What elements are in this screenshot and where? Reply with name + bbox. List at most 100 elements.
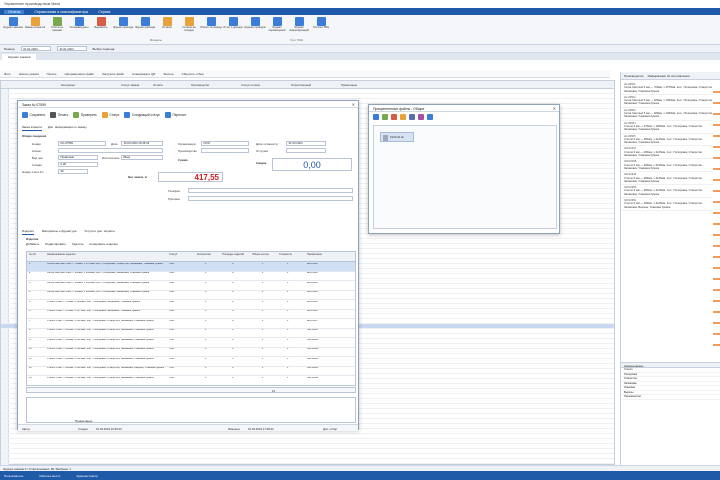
table-row[interactable]: 6 Стекло 6 мм — 470мм. х 1575мм. 1шт., По… <box>27 310 355 319</box>
copy-item-button[interactable]: Копировать изделие <box>89 242 117 248</box>
col-header[interactable]: Общее кол-во <box>252 253 278 257</box>
close-icon[interactable]: ✕ <box>553 106 556 111</box>
edit-item-button[interactable]: Редактировать <box>45 242 66 248</box>
list-item[interactable]: Ш-1/9505 Стекло 6 мм — 480мм. х 2125мм. 1… <box>621 134 716 147</box>
ribbon-button[interactable]: Журнал заказов <box>2 15 24 43</box>
created-field[interactable]: 0,00 <box>58 162 98 167</box>
add-file-icon[interactable] <box>373 114 379 120</box>
image-icon[interactable] <box>427 114 433 120</box>
col-header[interactable]: Статус оплаты <box>241 83 260 87</box>
col-header[interactable]: Производство <box>191 83 209 87</box>
production-select[interactable] <box>201 148 249 153</box>
tab-orders-journal[interactable]: Журнал заказов <box>2 54 37 60</box>
start-mode-button[interactable]: Начать режим <box>19 72 39 76</box>
toolbar-button[interactable]: Статус <box>101 112 119 118</box>
filter-button[interactable]: Фильтр <box>163 72 173 76</box>
ribbon-button[interactable]: Отчет о доходах <box>222 15 244 43</box>
toolbar-button[interactable]: Проверить <box>73 112 97 118</box>
extra-filter-button[interactable]: Доп. отбор <box>323 427 337 431</box>
table-row[interactable]: 10 Стекло 6 мм — 480мм. х 2125мм. 1шт., П… <box>27 348 355 357</box>
number-field[interactable]: КО-07559 <box>58 141 106 146</box>
ribbon-button[interactable]: Остатки ТМЦ <box>310 15 332 43</box>
ribbon-button[interactable]: Установка даты <box>68 15 90 43</box>
date-field[interactable]: 19.03.2024 16:35:43 <box>121 141 163 146</box>
ribbon-button[interactable]: Журнал перемещений <box>266 15 288 43</box>
list-item[interactable]: GR/10951 Стекло 6 мм — 480мм. х 2125мм. 1… <box>621 198 716 211</box>
col-header[interactable]: Примечание <box>341 83 357 87</box>
ready-date-field[interactable]: 31.03.2024 <box>286 141 326 146</box>
list-item[interactable]: Ш-1/9504 Стекло 6 мм — 470мм. х 1960мм. 1… <box>621 121 716 134</box>
ribbon-button[interactable]: Оборот за период <box>200 15 222 43</box>
select-period-button[interactable]: Выбор периода <box>93 47 115 51</box>
tab-manufacturing-info[interactable]: Информация об изготовлении <box>648 74 690 78</box>
shipment-field[interactable] <box>286 148 326 153</box>
ribbon-button[interactable]: Журнал прихода <box>112 15 134 43</box>
table-row[interactable]: 9 Стекло 6 мм — 480мм. х 2125мм. 1шт., По… <box>27 338 355 348</box>
col-header[interactable]: Примечание <box>307 253 322 257</box>
date-from-input[interactable]: 01.01.2024 <box>20 46 51 51</box>
table-row[interactable]: 12 Стекло 6 мм — 480мм. х 2125мм. 1шт., П… <box>27 367 355 376</box>
col-header[interactable]: № п/п <box>29 253 36 257</box>
tab-items[interactable]: Изделия <box>22 229 34 235</box>
list-item[interactable]: Ш-1/9503 Сетка Светлый 6 мм — 480мм. х 19… <box>621 108 716 121</box>
executor-select[interactable]: [Вне] <box>121 155 163 160</box>
list-item[interactable]: GR/10949 Стекло 6 мм — 480мм. х 2125мм. 1… <box>621 172 716 186</box>
file-item[interactable]: 19.03.24.rar <box>380 132 414 142</box>
col-header[interactable]: Статус заказа <box>121 83 139 87</box>
ribbon-button[interactable]: Заказы клиентов <box>24 15 46 43</box>
col-header[interactable]: Стоимость <box>279 253 303 257</box>
scan-qr-button[interactable]: Сканировать QR <box>132 72 155 76</box>
close-icon[interactable]: ✕ <box>352 102 355 107</box>
tab-production[interactable]: Производство <box>624 74 644 78</box>
col-header[interactable]: Статус <box>169 253 177 257</box>
tab-client-order[interactable]: Заказ клиента <box>22 125 42 131</box>
add-item-button[interactable]: Добавить <box>26 242 39 248</box>
account-field[interactable]: 3К <box>58 169 88 174</box>
date-to-input[interactable]: 31.01.2024 <box>56 46 87 51</box>
table-row[interactable]: 2 Сетка Светлый 6 мм — 480мм. х 1960мм. 6… <box>27 272 355 281</box>
table-row[interactable]: 4 Сетка Светлый 6 мм — 480мм. х 1960мм. 1… <box>27 291 355 300</box>
table-row[interactable]: 1 Сетка Светлый 6 мм — 700мм. х 1575мм. 2… <box>27 262 355 272</box>
reset-filter-button[interactable]: Сбросить отбор <box>182 72 204 76</box>
menu-reports[interactable]: Отчеты <box>4 9 25 14</box>
property-row[interactable]: Производство <box>621 395 720 400</box>
tab-extra-info[interactable]: Доп. информация по заказу <box>48 125 87 131</box>
scan-icon[interactable] <box>418 114 424 120</box>
price-type-select[interactable]: Прайсоват <box>58 155 98 160</box>
ribbon-button[interactable]: Ведомость <box>90 15 112 43</box>
ribbon-button[interactable]: Журнал проводок <box>244 15 266 43</box>
photo-button[interactable]: Фото <box>4 72 11 76</box>
col-header[interactable]: Площадь изделий <box>222 253 250 257</box>
list-item[interactable]: Ш-1/9502 Сетка Светлый 6 мм — 480мм. х 19… <box>621 95 716 108</box>
col-header[interactable]: Оплата <box>153 83 163 87</box>
col-header[interactable]: Количество <box>197 253 219 257</box>
col-header[interactable]: Контрагент <box>61 83 75 87</box>
col-header[interactable]: Наименование изделия <box>47 253 76 257</box>
list-item[interactable]: GR/10947 Стекло 6 мм — 480мм. х 2125мм. 1… <box>621 146 716 160</box>
col-header[interactable]: Ответственный <box>291 83 311 87</box>
org-select[interactable]: ООО <box>201 141 249 146</box>
make-file-button[interactable]: Сформировать файл <box>65 72 95 76</box>
delete-item-button[interactable]: Удалить <box>72 242 83 248</box>
list-item[interactable]: GR/10950 Стекло 6 мм — 480мм. х 2125мм. 1… <box>621 185 716 199</box>
ribbon-button[interactable]: Остатки на складах <box>178 15 200 43</box>
table-row[interactable]: 5 Стекло 6 мм — 470мм. х 1960мм. 1шт., По… <box>27 300 355 310</box>
menu-references[interactable]: Справочники и классификаторы <box>34 10 88 14</box>
menu-service[interactable]: Сервис <box>98 10 110 14</box>
table-row[interactable]: 3 Сетка Светлый 6 мм — 480мм. х 1960мм. 1… <box>27 281 355 291</box>
tab-services[interactable]: Услуги и доп. затраты <box>84 229 114 235</box>
table-row[interactable]: 8 Стекло 6 мм — 480мм. х 2125мм. 1шт., По… <box>27 329 355 338</box>
print-button[interactable]: Печать <box>47 72 57 76</box>
tab-materials[interactable]: Материалы и фурнитура <box>42 229 77 235</box>
table-row[interactable]: 7 Стекло 6 мм — 480мм. х 2125мм. 1шт., По… <box>27 319 355 329</box>
table-row[interactable]: 11 Стекло 6 мм — 480мм. х 2125мм. 1шт., П… <box>27 357 355 367</box>
list-item[interactable]: GR/10948 Стекло 6 мм — 480мм. х 2125мм. 1… <box>621 159 716 173</box>
save-file-icon[interactable] <box>409 114 415 120</box>
toolbar-button[interactable]: Следующий статус <box>124 112 160 118</box>
note-field[interactable]: Примечание <box>26 397 356 423</box>
load-file-button[interactable]: Загрузить файл <box>102 72 124 76</box>
toolbar-button[interactable]: Печать <box>50 112 68 118</box>
list-item[interactable]: Ш-1/9501 Сетка Светлый 6 мм — 700мм. х 15… <box>621 82 716 95</box>
reason-field[interactable] <box>188 196 353 201</box>
open-file-icon[interactable] <box>382 114 388 120</box>
